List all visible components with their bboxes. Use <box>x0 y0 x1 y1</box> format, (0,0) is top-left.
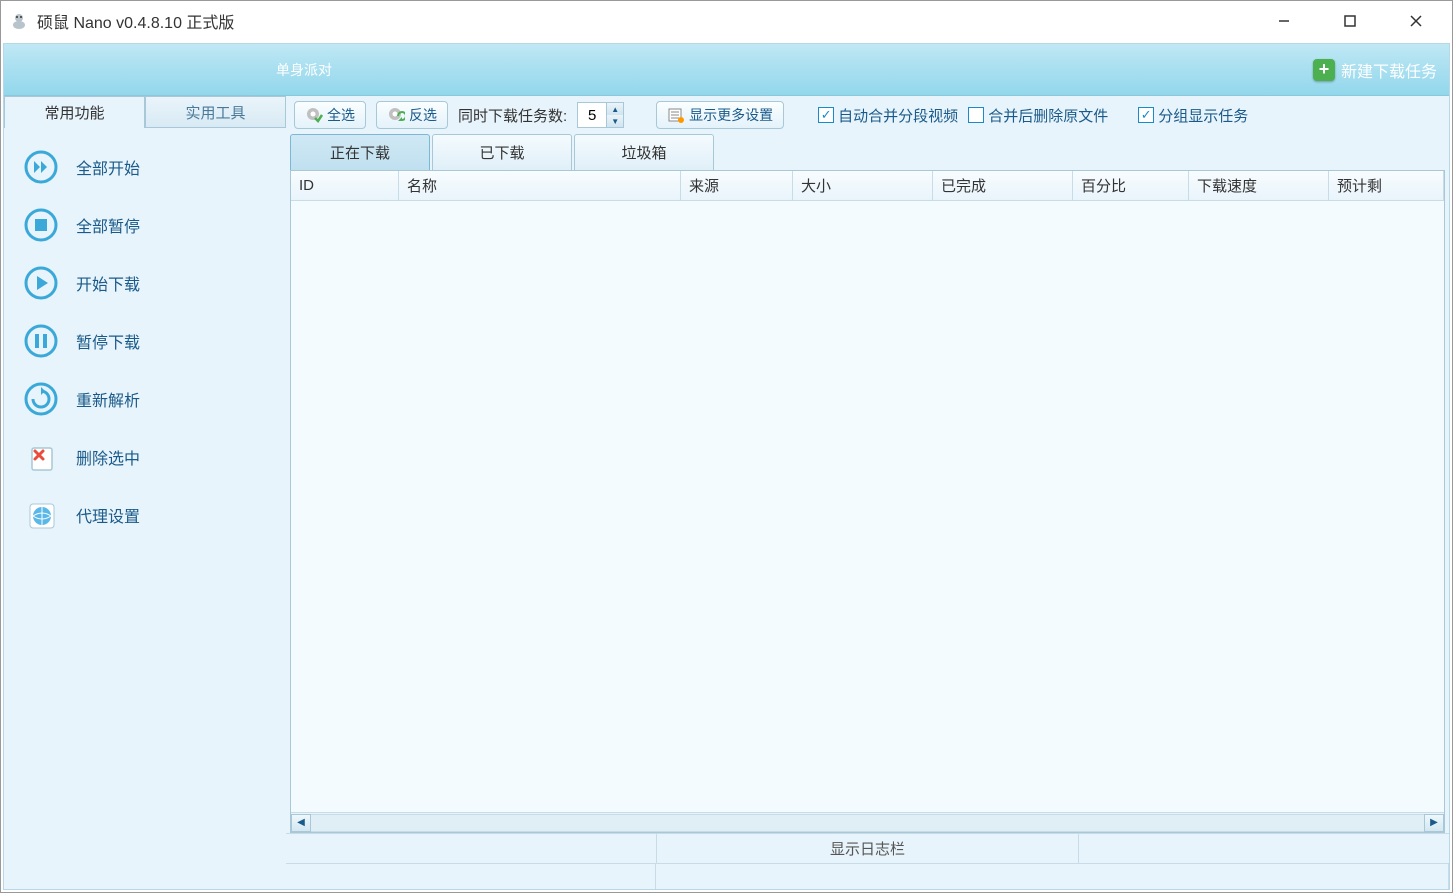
select-all-label: 全选 <box>327 105 355 125</box>
checkbox-checked-icon: ✓ <box>818 107 834 123</box>
sidebar-item-label: 暂停下载 <box>76 329 140 353</box>
col-size[interactable]: 大小 <box>793 171 933 201</box>
scroll-track[interactable] <box>311 814 1424 832</box>
close-button[interactable] <box>1398 7 1434 35</box>
main-area: 常用功能 实用工具 全部开始 全部暂停 开始下载 <box>4 96 1449 889</box>
more-settings-button[interactable]: 显示更多设置 <box>656 101 784 129</box>
content-tabs: 正在下载 已下载 垃圾箱 <box>286 134 1449 170</box>
sidebar-item-label: 开始下载 <box>76 271 140 295</box>
more-settings-label: 显示更多设置 <box>689 105 773 125</box>
maximize-button[interactable] <box>1332 7 1368 35</box>
content-area: 全选 反选 同时下载任务数: ▲ ▼ <box>286 96 1449 889</box>
settings-icon <box>667 106 685 124</box>
sidebar-item-proxy-settings[interactable]: 代理设置 <box>4 486 286 544</box>
sidebar: 常用功能 实用工具 全部开始 全部暂停 开始下载 <box>4 96 286 889</box>
sidebar-item-label: 删除选中 <box>76 445 140 469</box>
col-source[interactable]: 来源 <box>681 171 793 201</box>
tab-downloading[interactable]: 正在下载 <box>290 134 430 170</box>
sidebar-item-start-all[interactable]: 全部开始 <box>4 138 286 196</box>
fast-forward-icon <box>24 150 58 184</box>
plus-icon: + <box>1313 59 1335 81</box>
col-percent[interactable]: 百分比 <box>1073 171 1189 201</box>
sidebar-item-delete-selected[interactable]: 删除选中 <box>4 428 286 486</box>
scroll-right-button[interactable]: ▶ <box>1424 814 1444 832</box>
table-header: ID 名称 来源 大小 已完成 百分比 下载速度 预计剩 <box>291 171 1444 201</box>
show-log-button[interactable]: 显示日志栏 <box>656 834 1079 863</box>
gear-swap-icon <box>387 106 405 124</box>
sidebar-item-start-download[interactable]: 开始下载 <box>4 254 286 312</box>
app-body: 单身派对 + 新建下载任务 常用功能 实用工具 全部开始 <box>3 43 1450 890</box>
delete-icon <box>24 440 58 474</box>
invert-selection-button[interactable]: 反选 <box>376 101 448 129</box>
gear-check-icon <box>305 106 323 124</box>
delete-after-merge-checkbox[interactable]: 合并后删除原文件 <box>968 105 1108 126</box>
checkbox-unchecked-icon <box>968 107 984 123</box>
delete-after-merge-label: 合并后删除原文件 <box>988 105 1108 126</box>
sidebar-items: 全部开始 全部暂停 开始下载 暂停下载 <box>4 128 286 889</box>
window-title: 硕鼠 Nano v0.4.8.10 正式版 <box>37 9 1266 33</box>
new-task-button[interactable]: + 新建下载任务 <box>1313 58 1437 82</box>
status-segments <box>286 863 1449 889</box>
new-task-label: 新建下载任务 <box>1341 58 1437 82</box>
spinner-up[interactable]: ▲ <box>607 103 623 115</box>
sidebar-tabs: 常用功能 实用工具 <box>4 96 286 128</box>
app-icon <box>9 11 29 31</box>
group-display-label: 分组显示任务 <box>1158 105 1248 126</box>
sidebar-item-label: 全部暂停 <box>76 213 140 237</box>
pause-icon <box>24 324 58 358</box>
sidebar-item-label: 重新解析 <box>76 387 140 411</box>
col-name[interactable]: 名称 <box>399 171 681 201</box>
horizontal-scrollbar[interactable]: ◀ ▶ <box>291 812 1444 832</box>
col-completed[interactable]: 已完成 <box>933 171 1073 201</box>
checkbox-checked-icon: ✓ <box>1138 107 1154 123</box>
concurrent-input[interactable] <box>578 107 606 124</box>
banner-text: 单身派对 <box>276 60 332 80</box>
globe-icon <box>24 498 58 532</box>
toolbar: 全选 反选 同时下载任务数: ▲ ▼ <box>286 96 1449 134</box>
refresh-icon <box>24 382 58 416</box>
scroll-left-button[interactable]: ◀ <box>291 814 311 832</box>
top-banner: 单身派对 + 新建下载任务 <box>4 44 1449 96</box>
concurrent-label: 同时下载任务数: <box>458 105 567 126</box>
spinner-down[interactable]: ▼ <box>607 115 623 127</box>
sidebar-item-label: 全部开始 <box>76 155 140 179</box>
invert-label: 反选 <box>409 105 437 125</box>
sidebar-tab-common[interactable]: 常用功能 <box>4 96 145 128</box>
sidebar-item-pause-download[interactable]: 暂停下载 <box>4 312 286 370</box>
col-eta[interactable]: 预计剩 <box>1329 171 1444 201</box>
select-all-button[interactable]: 全选 <box>294 101 366 129</box>
sidebar-item-pause-all[interactable]: 全部暂停 <box>4 196 286 254</box>
tab-downloaded[interactable]: 已下载 <box>432 134 572 170</box>
sidebar-item-label: 代理设置 <box>76 503 140 527</box>
tab-trash[interactable]: 垃圾箱 <box>574 134 714 170</box>
titlebar: 硕鼠 Nano v0.4.8.10 正式版 <box>1 1 1452 41</box>
minimize-button[interactable] <box>1266 7 1302 35</box>
window-controls <box>1266 7 1434 35</box>
download-table: ID 名称 来源 大小 已完成 百分比 下载速度 预计剩 ◀ ▶ <box>290 170 1445 833</box>
col-id[interactable]: ID <box>291 171 399 201</box>
stop-icon <box>24 208 58 242</box>
table-body <box>291 201 1444 812</box>
play-icon <box>24 266 58 300</box>
group-display-checkbox[interactable]: ✓ 分组显示任务 <box>1138 105 1248 126</box>
app-window: 硕鼠 Nano v0.4.8.10 正式版 单身派对 + 新建下载任务 常用功能… <box>0 0 1453 893</box>
col-speed[interactable]: 下载速度 <box>1189 171 1329 201</box>
auto-merge-label: 自动合并分段视频 <box>838 105 958 126</box>
concurrent-spinner[interactable]: ▲ ▼ <box>577 102 624 128</box>
statusbar: 显示日志栏 <box>286 833 1449 863</box>
sidebar-tab-tools[interactable]: 实用工具 <box>145 96 286 128</box>
auto-merge-checkbox[interactable]: ✓ 自动合并分段视频 <box>818 105 958 126</box>
sidebar-item-reparse[interactable]: 重新解析 <box>4 370 286 428</box>
